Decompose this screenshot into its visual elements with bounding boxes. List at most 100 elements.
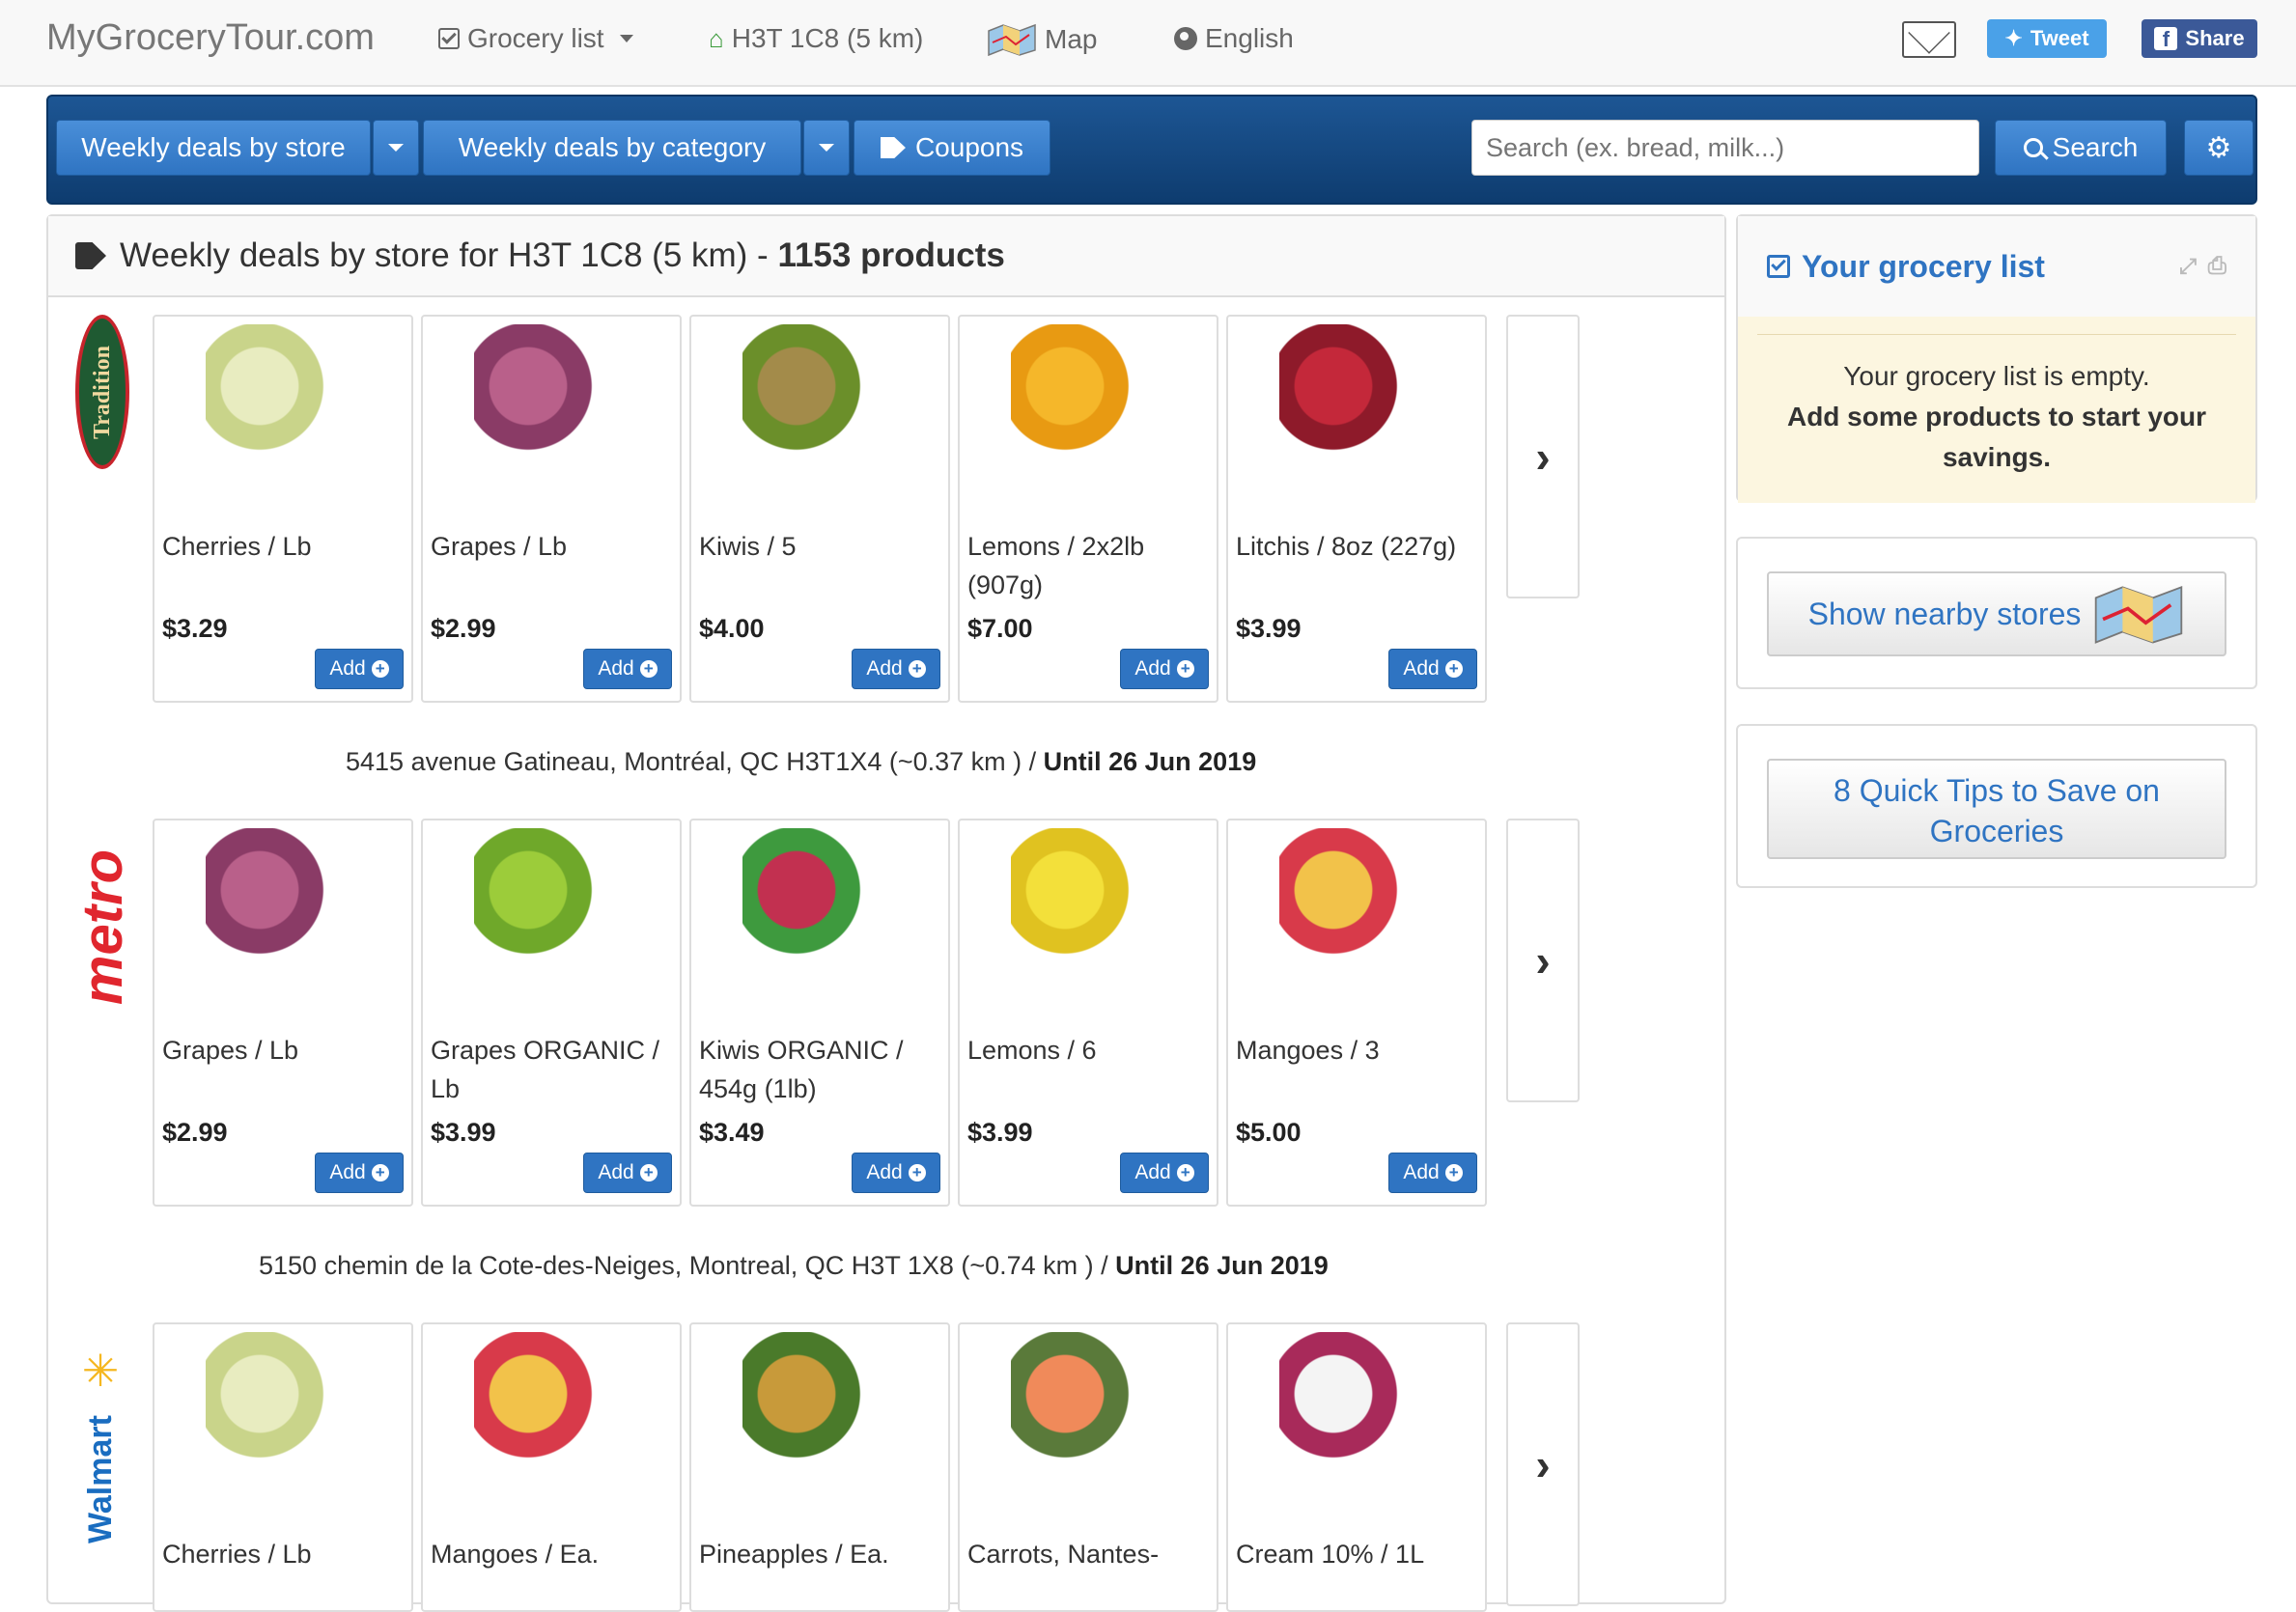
product-name[interactable]: Lemons / 2x2lb (907g): [967, 527, 1209, 604]
product-card[interactable]: Kiwis ORGANIC / 454g (1lb) $3.49 Add +: [689, 819, 950, 1207]
product-price: $2.99: [431, 614, 496, 643]
product-image[interactable]: [1011, 1332, 1165, 1487]
brand-logo[interactable]: MyGroceryTour.com: [46, 17, 375, 59]
grocery-list-menu[interactable]: Grocery list: [438, 23, 633, 54]
location-link[interactable]: ⌂ H3T 1C8 (5 km): [709, 23, 923, 54]
product-card[interactable]: Carrots, Nantes-: [958, 1322, 1218, 1612]
language-link[interactable]: English: [1174, 23, 1294, 54]
email-icon[interactable]: [1902, 21, 1956, 58]
tweet-button[interactable]: ✦ Tweet: [1987, 19, 2107, 58]
product-name[interactable]: Kiwis ORGANIC / 454g (1lb): [699, 1031, 940, 1108]
expand-icon[interactable]: ⤢: [2179, 254, 2197, 279]
product-card[interactable]: Cream 10% / 1L: [1226, 1322, 1487, 1612]
tag-icon: [75, 242, 106, 269]
add-to-list-button[interactable]: Add +: [315, 1153, 404, 1193]
product-image[interactable]: [206, 324, 360, 479]
walmart-logo[interactable]: ✳ Walmart: [70, 1326, 131, 1543]
chevron-right-icon: ›: [1535, 431, 1551, 482]
product-image[interactable]: [1279, 324, 1434, 479]
product-image[interactable]: [742, 1332, 897, 1487]
settings-button[interactable]: ⚙: [2184, 120, 2254, 176]
search-icon: [2023, 138, 2049, 160]
map-link[interactable]: Map: [987, 23, 1097, 56]
product-name[interactable]: Cherries / Lb: [162, 527, 404, 566]
product-image[interactable]: [1279, 828, 1434, 983]
product-card[interactable]: Grapes / Lb $2.99 Add +: [153, 819, 413, 1207]
by-category-dropdown-toggle[interactable]: [803, 120, 850, 176]
map-icon: [2095, 585, 2183, 644]
metro-logo[interactable]: metro: [70, 820, 137, 1033]
product-name[interactable]: Lemons / 6: [967, 1031, 1209, 1070]
product-name[interactable]: Cream 10% / 1L: [1236, 1535, 1477, 1573]
add-to-list-button[interactable]: Add +: [1120, 649, 1209, 689]
product-name[interactable]: Carrots, Nantes-: [967, 1535, 1209, 1573]
product-name[interactable]: Kiwis / 5: [699, 527, 940, 566]
product-name[interactable]: Grapes ORGANIC / Lb: [431, 1031, 672, 1108]
tradition-logo[interactable]: Tradition: [75, 315, 129, 469]
share-button[interactable]: f Share: [2142, 19, 2257, 58]
product-name[interactable]: Pineapples / Ea.: [699, 1535, 940, 1573]
product-card[interactable]: Litchis / 8oz (227g) $3.99 Add +: [1226, 315, 1487, 703]
quick-tips-button[interactable]: 8 Quick Tips to Save on Groceries: [1767, 759, 2226, 859]
product-price: $3.99: [967, 1118, 1033, 1147]
deal-until: Until 26 Jun 2019: [1115, 1251, 1329, 1280]
print-icon[interactable]: ⎙: [2208, 253, 2226, 280]
twitter-icon: ✦: [2004, 26, 2023, 50]
product-name[interactable]: Cherries / Lb: [162, 1535, 404, 1573]
product-image[interactable]: [206, 1332, 360, 1487]
plus-circle-icon: +: [1444, 1164, 1463, 1181]
next-products-button[interactable]: ›: [1506, 315, 1580, 598]
product-card[interactable]: Mangoes / Ea.: [421, 1322, 682, 1612]
product-card[interactable]: Grapes ORGANIC / Lb $3.99 Add +: [421, 819, 682, 1207]
add-label: Add: [329, 1161, 366, 1183]
grocery-list-header: Your grocery list ⤢ ⎙: [1738, 216, 2255, 317]
by-store-dropdown-toggle[interactable]: [373, 120, 419, 176]
globe-icon: [1174, 27, 1197, 50]
product-image[interactable]: [742, 324, 897, 479]
weekly-deals-by-store-button[interactable]: Weekly deals by store: [56, 120, 371, 176]
add-to-list-button[interactable]: Add +: [852, 649, 940, 689]
product-image[interactable]: [474, 828, 629, 983]
product-card[interactable]: Kiwis / 5 $4.00 Add +: [689, 315, 950, 703]
show-nearby-stores-button[interactable]: Show nearby stores: [1767, 571, 2226, 656]
product-image[interactable]: [206, 828, 360, 983]
search-button[interactable]: Search: [1995, 120, 2167, 176]
add-label: Add: [866, 657, 903, 680]
coupons-button[interactable]: Coupons: [854, 120, 1050, 176]
product-image[interactable]: [474, 1332, 629, 1487]
product-card[interactable]: Lemons / 2x2lb (907g) $7.00 Add +: [958, 315, 1218, 703]
product-image[interactable]: [1279, 1332, 1434, 1487]
product-name[interactable]: Grapes / Lb: [162, 1031, 404, 1070]
product-card[interactable]: Cherries / Lb: [153, 1322, 413, 1612]
store-address: 5415 avenue Gatineau, Montréal, QC H3T1X…: [346, 747, 1257, 776]
next-products-button[interactable]: ›: [1506, 1322, 1580, 1606]
product-image[interactable]: [474, 324, 629, 479]
by-store-label: Weekly deals by store: [81, 132, 346, 162]
add-to-list-button[interactable]: Add +: [583, 1153, 672, 1193]
product-card[interactable]: Mangoes / 3 $5.00 Add +: [1226, 819, 1487, 1207]
product-image[interactable]: [742, 828, 897, 983]
product-name[interactable]: Mangoes / Ea.: [431, 1535, 672, 1573]
add-to-list-button[interactable]: Add +: [1388, 649, 1477, 689]
product-card[interactable]: Pineapples / Ea.: [689, 1322, 950, 1612]
search-input[interactable]: [1471, 120, 1979, 176]
product-card[interactable]: Grapes / Lb $2.99 Add +: [421, 315, 682, 703]
product-name[interactable]: Mangoes / 3: [1236, 1031, 1477, 1070]
product-price: $4.00: [699, 614, 765, 643]
product-price: $2.99: [162, 1118, 228, 1147]
product-card[interactable]: Lemons / 6 $3.99 Add +: [958, 819, 1218, 1207]
product-card[interactable]: Cherries / Lb $3.29 Add +: [153, 315, 413, 703]
add-to-list-button[interactable]: Add +: [852, 1153, 940, 1193]
add-to-list-button[interactable]: Add +: [1120, 1153, 1209, 1193]
plus-circle-icon: +: [371, 660, 389, 678]
product-image[interactable]: [1011, 828, 1165, 983]
product-image[interactable]: [1011, 324, 1165, 479]
weekly-deals-by-category-button[interactable]: Weekly deals by category: [423, 120, 801, 176]
home-icon: ⌂: [709, 23, 724, 53]
add-to-list-button[interactable]: Add +: [583, 649, 672, 689]
add-to-list-button[interactable]: Add +: [315, 649, 404, 689]
product-name[interactable]: Grapes / Lb: [431, 527, 672, 566]
next-products-button[interactable]: ›: [1506, 819, 1580, 1102]
product-name[interactable]: Litchis / 8oz (227g): [1236, 527, 1477, 566]
add-to-list-button[interactable]: Add +: [1388, 1153, 1477, 1193]
